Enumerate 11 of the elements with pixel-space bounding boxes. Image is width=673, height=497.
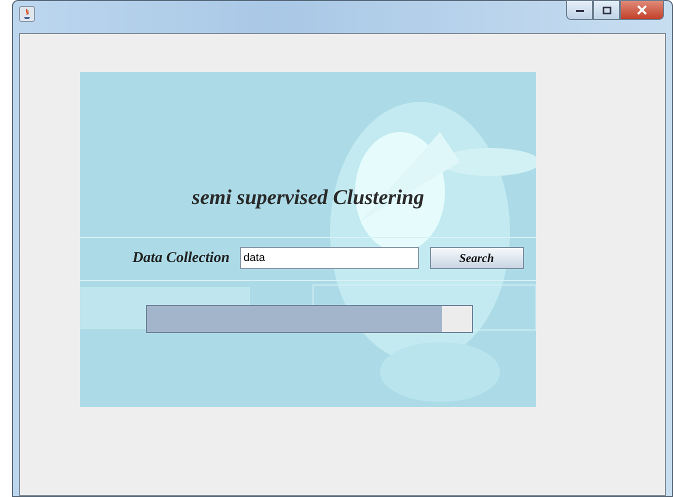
close-icon xyxy=(636,5,648,15)
maximize-button[interactable] xyxy=(593,0,620,20)
close-button[interactable] xyxy=(620,0,664,20)
maximize-icon xyxy=(602,6,612,14)
field-label: Data Collection xyxy=(132,248,230,268)
minimize-button[interactable] xyxy=(566,0,593,20)
minimize-icon xyxy=(574,7,584,13)
app-icon xyxy=(19,6,35,22)
input-field[interactable]: data xyxy=(240,246,419,269)
app-title: semi supervised Clustering xyxy=(192,184,424,211)
search-button[interactable]: Search xyxy=(430,246,524,269)
